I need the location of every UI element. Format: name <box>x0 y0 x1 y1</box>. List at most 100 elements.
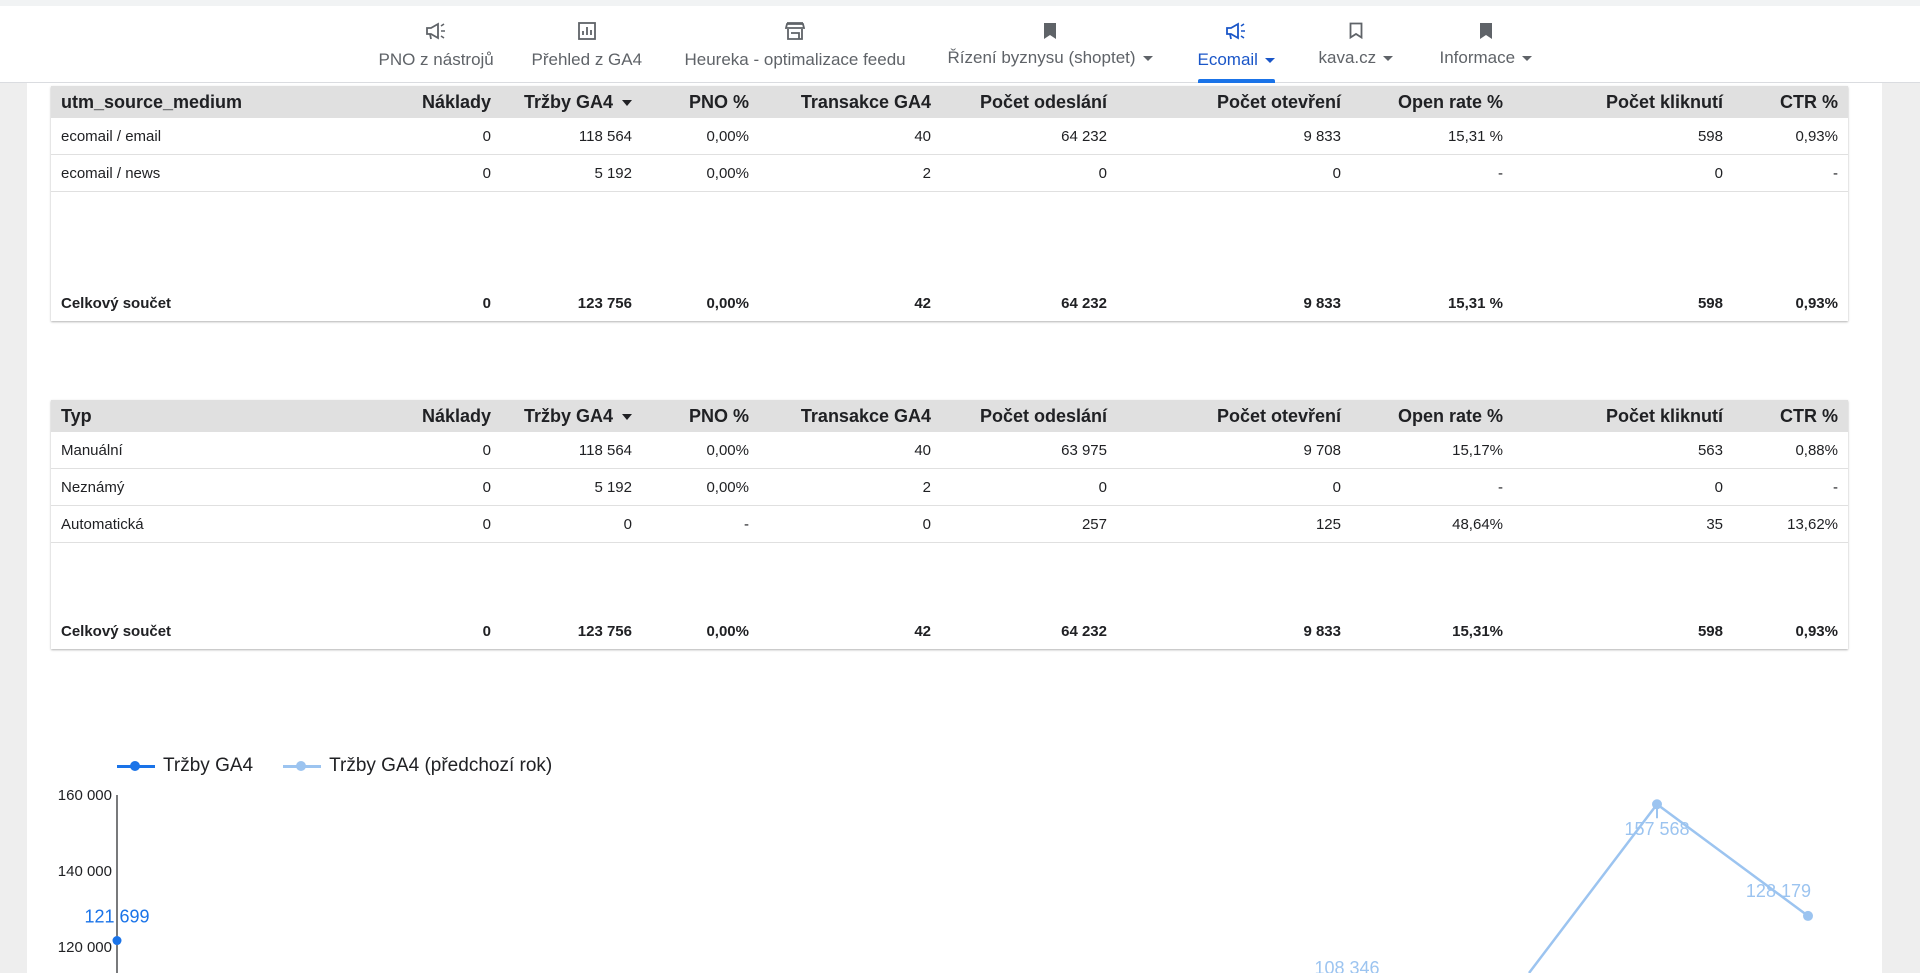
cell-open-rate: 15,31 % <box>1448 128 1503 145</box>
report-canvas: utm_source_medium Náklady Tržby GA4 PNO % Tr… <box>27 83 1882 973</box>
cell-trzby: 118 564 <box>579 442 632 459</box>
nav-tab-0[interactable]: PNO z nástrojů <box>379 6 494 83</box>
cell-value: 0,00% <box>706 478 749 496</box>
cell-value: 9 708 <box>1303 441 1341 459</box>
column-header-odeslani[interactable]: Počet odeslání <box>980 406 1107 427</box>
column-header-ctr[interactable]: CTR % <box>1780 406 1838 427</box>
column-header-label: Počet kliknutí <box>1605 91 1723 112</box>
column-header-name[interactable]: utm_source_medium <box>61 92 242 113</box>
table-total-row[interactable]: Celkový součet 0 123 756 0,00% 42 64 232 9 833… <box>51 613 1848 649</box>
column-header-label: Počet otevření <box>1216 91 1341 112</box>
column-header-open-rate[interactable]: Open rate % <box>1398 92 1503 113</box>
table-header-row: Typ Náklady Tržby GA4 PNO % Transakce GA4 Poč… <box>51 400 1848 432</box>
cell-transakce: 2 <box>923 479 931 496</box>
column-header-naklady[interactable]: Náklady <box>422 92 491 113</box>
cell-value: 63 975 <box>1061 441 1107 459</box>
column-header-label: Typ <box>61 405 92 426</box>
cell-value: 0 <box>1714 478 1723 496</box>
table-row[interactable]: Neznámý 0 5 192 0,00% 2 0 0 - 0 - <box>51 469 1848 506</box>
cell-value: 0 <box>1332 478 1341 496</box>
column-header-trzby[interactable]: Tržby GA4 <box>524 92 632 113</box>
column-header-transakce[interactable]: Transakce GA4 <box>801 92 931 113</box>
cell-odeslani: 64 232 <box>1061 295 1107 312</box>
table-row[interactable]: Manuální 0 118 564 0,00% 40 63 975 9 708 15,17%… <box>51 432 1848 469</box>
cell-otevreni: 125 <box>1316 516 1341 533</box>
cell-value: Celkový součet <box>61 622 172 640</box>
column-header-naklady[interactable]: Náklady <box>422 406 491 427</box>
cell-value: 0 <box>482 164 491 182</box>
column-header-odeslani[interactable]: Počet odeslání <box>980 92 1107 113</box>
nav-tab-label: Heureka - optimalizace feedu <box>684 50 906 69</box>
table-total-row[interactable]: Celkový součet 0 123 756 0,00% 42 64 232 9 833… <box>51 285 1848 321</box>
cell-value: 0 <box>482 622 491 640</box>
column-header-kliknuti[interactable]: Počet kliknutí <box>1606 92 1723 113</box>
cell-value: - <box>1498 478 1503 496</box>
column-header-pno[interactable]: PNO % <box>689 92 749 113</box>
cell-value: - <box>1833 478 1838 496</box>
nav-tab-3[interactable]: Řízení byznysu (shoptet) <box>948 6 1153 83</box>
cell-value: 0 <box>482 478 491 496</box>
cell-value: 5 192 <box>594 164 632 182</box>
cell-value: 15,17% <box>1452 441 1503 459</box>
sort-descending-icon[interactable] <box>622 413 632 420</box>
table-row[interactable]: ecomail / news 0 5 192 0,00% 2 0 0 - 0 - <box>51 155 1848 192</box>
column-header-pno[interactable]: PNO % <box>689 406 749 427</box>
legend-label: Tržby GA4 (předchozí rok) <box>329 755 553 776</box>
cell-transakce: 42 <box>914 295 931 312</box>
cell-value: 15,31 % <box>1447 294 1503 312</box>
cell-pno: 0,00% <box>706 165 749 182</box>
cell-ctr: - <box>1833 479 1838 496</box>
column-header-otevreni[interactable]: Počet otevření <box>1217 92 1341 113</box>
cell-open-rate: 48,64% <box>1452 516 1503 533</box>
cell-otevreni: 9 833 <box>1303 128 1341 145</box>
cell-value: 2 <box>922 478 931 496</box>
column-header-label: Počet odeslání <box>979 405 1107 426</box>
cell-trzby: 0 <box>624 516 632 533</box>
column-header-ctr[interactable]: CTR % <box>1780 92 1838 113</box>
cell-pno: 0,00% <box>706 442 749 459</box>
series-line <box>1528 802 1809 973</box>
nav-tab-1[interactable]: Přehled z GA4 <box>532 6 642 83</box>
nav-tab-5[interactable]: kava.cz <box>1319 6 1394 83</box>
cell-kliknuti: 0 <box>1715 165 1723 182</box>
cell-value: 125 <box>1315 515 1341 533</box>
data-point <box>112 936 122 946</box>
column-header-trzby[interactable]: Tržby GA4 <box>524 406 632 427</box>
column-header-label: utm_source_medium <box>61 91 243 112</box>
column-header-label: Náklady <box>421 91 491 112</box>
column-header-label: Náklady <box>421 405 491 426</box>
cell-value: 0 <box>482 515 491 533</box>
legend-item[interactable]: Tržby GA4 <box>117 755 253 777</box>
y-tick-label: 140 000 <box>58 863 112 880</box>
column-header-otevreni[interactable]: Počet otevření <box>1217 406 1341 427</box>
column-header-open-rate[interactable]: Open rate % <box>1398 406 1503 427</box>
cell-value: 0,00% <box>706 164 749 182</box>
table-row[interactable]: ecomail / email 0 118 564 0,00% 40 64 232 9 83… <box>51 118 1848 155</box>
cell-value: 40 <box>914 441 931 459</box>
cell-kliknuti: 598 <box>1698 128 1723 145</box>
cell-value: 48,64% <box>1452 515 1503 533</box>
column-header-transakce[interactable]: Transakce GA4 <box>801 406 931 427</box>
column-header-kliknuti[interactable]: Počet kliknutí <box>1606 406 1723 427</box>
legend-item[interactable]: Tržby GA4 (předchozí rok) <box>283 755 552 777</box>
data-label: 108 346 <box>1314 958 1379 973</box>
cell-odeslani: 64 232 <box>1061 623 1107 640</box>
nav-tab-2[interactable]: Heureka - optimalizace feedu <box>685 6 906 83</box>
nav-tab-6[interactable]: Informace <box>1440 6 1533 83</box>
cell-value: 9 833 <box>1303 294 1341 312</box>
caret-down-icon <box>1264 57 1275 63</box>
cell-value: 598 <box>1697 294 1723 312</box>
sort-descending-icon[interactable] <box>622 99 632 106</box>
table-row[interactable]: Automatická 0 0 - 0 257 125 48,64% 35 13,62% <box>51 506 1848 543</box>
cell-value: 0 <box>623 515 632 533</box>
nav-tab-4[interactable]: Ecomail <box>1197 6 1275 83</box>
column-header-label: Počet otevření <box>1216 405 1341 426</box>
column-header-name[interactable]: Typ <box>61 406 92 427</box>
cell-value: 35 <box>1706 515 1723 533</box>
cell-value: 0 <box>482 441 491 459</box>
cell-otevreni: 0 <box>1333 479 1341 496</box>
cell-naklady: 0 <box>483 128 491 145</box>
cell-value: 13,62% <box>1787 515 1838 533</box>
cell-naklady: 0 <box>483 295 491 312</box>
cell-value: 15,31 % <box>1447 127 1503 145</box>
